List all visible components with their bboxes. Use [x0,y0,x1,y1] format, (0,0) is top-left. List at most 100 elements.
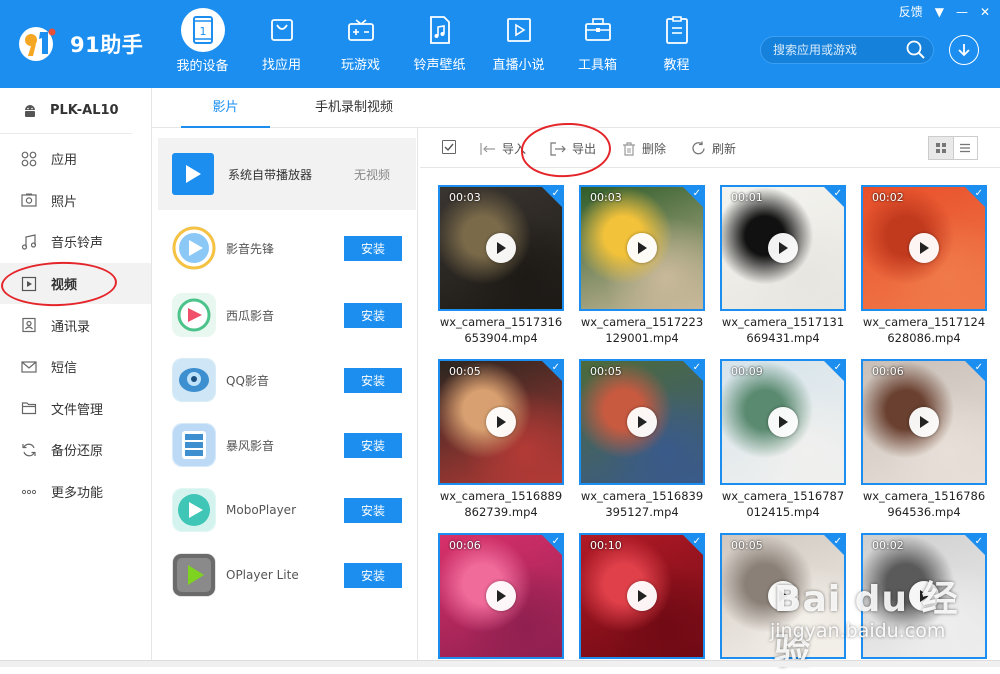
nav-toolbox[interactable]: 工具箱 [558,12,637,74]
install-button[interactable]: 安装 [344,367,402,393]
tab-recorded-videos[interactable]: 手机录制视频(66) [302,88,406,155]
gamepad-icon [343,12,379,48]
check-icon[interactable]: ✓ [552,188,560,199]
check-icon[interactable]: ✓ [693,536,701,547]
sidebar-item-backup[interactable]: 备份还原 [0,429,151,471]
video-duration: 00:06 [872,365,904,378]
video-thumbnail[interactable]: 00:02 ✓ [861,185,987,311]
install-button[interactable]: 安装 [344,302,402,328]
sidebar-item-files[interactable]: 文件管理 [0,388,151,430]
sidebar-item-sms[interactable]: 短信 [0,346,151,388]
download-manager-button[interactable] [949,35,979,65]
search-icon[interactable] [905,39,927,61]
more-icon [21,484,37,500]
video-thumbnail[interactable]: 00:05 ✓ [720,533,846,659]
play-button-icon[interactable] [909,233,939,263]
play-button-icon[interactable] [909,407,939,437]
play-button-icon[interactable] [486,233,516,263]
install-button[interactable]: 安装 [344,562,402,588]
install-button[interactable]: 安装 [344,432,402,458]
sidebar-item-apps[interactable]: 应用 [0,138,151,180]
video-tile[interactable]: 00:10 ✓ [579,533,705,659]
check-icon[interactable]: ✓ [975,536,983,547]
video-thumbnail[interactable]: 00:06 ✓ [861,359,987,485]
video-tile[interactable]: 00:02 ✓ wx_camera_1517124628086.mp4 [861,185,987,346]
video-tile[interactable]: 00:03 ✓ wx_camera_1517316653904.mp4 [438,185,564,346]
select-all-checkbox[interactable] [442,140,456,154]
delete-button[interactable]: 删除 [622,140,666,157]
nav-find-apps[interactable]: 找应用 [242,12,321,74]
video-tile[interactable]: 00:03 ✓ wx_camera_1517223129001.mp4 [579,185,705,346]
video-tile[interactable]: 00:05 ✓ [720,533,846,659]
play-button-icon[interactable] [486,581,516,611]
video-thumbnail[interactable]: 00:03 ✓ [438,185,564,311]
photo-icon [21,192,37,208]
player-app-name: 暴风影音 [226,438,275,453]
play-button-icon[interactable] [486,407,516,437]
video-thumbnail[interactable]: 00:05 ✓ [579,359,705,485]
top-bar: 91助手 1 我的设备 找应用 玩游戏 铃声壁纸 直播小说 工具箱 教程 反馈 … [0,0,1000,88]
video-tile[interactable]: 00:05 ✓ wx_camera_1516889862739.mp4 [438,359,564,520]
video-thumbnail[interactable]: 00:03 ✓ [579,185,705,311]
video-tile[interactable]: 00:06 ✓ wx_camera_1516786964536.mp4 [861,359,987,520]
nav-my-device[interactable]: 1 我的设备 [163,8,242,74]
system-player[interactable]: 系统自带播放器 无视频 [158,138,416,210]
grid-view-button[interactable] [929,137,954,159]
minimize-button[interactable]: — [956,5,968,19]
video-thumbnail[interactable]: 00:02 ✓ [861,533,987,659]
check-icon[interactable]: ✓ [834,362,842,373]
nav-tutorials[interactable]: 教程 [637,12,716,74]
video-tile[interactable]: 00:05 ✓ wx_camera_1516839395127.mp4 [579,359,705,520]
close-button[interactable]: ✕ [980,5,990,19]
check-icon[interactable]: ✓ [834,536,842,547]
video-thumbnail[interactable]: 00:09 ✓ [720,359,846,485]
install-button[interactable]: 安装 [344,235,402,261]
nav-live-novels[interactable]: 直播小说 [479,12,558,74]
sidebar-item-more[interactable]: 更多功能 [0,471,151,513]
video-thumbnail[interactable]: 00:05 ✓ [438,359,564,485]
play-button-icon[interactable] [627,407,657,437]
check-icon[interactable]: ✓ [693,188,701,199]
import-button[interactable]: 导入 [480,140,526,157]
check-icon[interactable]: ✓ [693,362,701,373]
video-thumbnail[interactable]: 00:10 ✓ [579,533,705,659]
toolbox-icon [580,12,616,48]
nav-label: 找应用 [261,58,301,73]
play-button-icon[interactable] [627,581,657,611]
nav-ringtones[interactable]: 铃声壁纸 [400,12,479,74]
video-tile[interactable]: 00:01 ✓ wx_camera_1517131669431.mp4 [720,185,846,346]
search-input[interactable] [773,43,905,57]
export-button[interactable]: 导出 [550,140,596,157]
video-tile[interactable]: 00:09 ✓ wx_camera_1516787012415.mp4 [720,359,846,520]
sidebar-item-photos[interactable]: 照片 [0,180,151,222]
play-button-icon[interactable] [768,407,798,437]
search-box [760,36,934,64]
device-header[interactable]: PLK-AL10 [0,88,132,134]
check-icon[interactable]: ✓ [552,362,560,373]
play-button-icon[interactable] [768,233,798,263]
check-icon[interactable]: ✓ [975,362,983,373]
play-button-icon[interactable] [768,581,798,611]
menu-dropdown-icon[interactable]: ▼ [935,5,944,19]
sidebar-item-contacts[interactable]: 通讯录 [0,304,151,346]
video-tile[interactable]: 00:02 ✓ [861,533,987,659]
video-thumbnail[interactable]: 00:06 ✓ [438,533,564,659]
video-icon [21,276,37,292]
nav-games[interactable]: 玩游戏 [321,12,400,74]
feedback-link[interactable]: 反馈 [899,3,923,20]
video-tile[interactable]: 00:06 ✓ [438,533,564,659]
play-button-icon[interactable] [909,581,939,611]
video-thumbnail[interactable]: 00:01 ✓ [720,185,846,311]
check-icon[interactable]: ✓ [834,188,842,199]
sidebar-item-music[interactable]: 音乐铃声 [0,221,151,263]
player-app-name: MoboPlayer [226,503,296,517]
sidebar-item-label: 音乐铃声 [51,236,104,252]
list-view-button[interactable] [954,137,978,159]
refresh-button[interactable]: 刷新 [691,140,736,157]
sidebar-item-videos[interactable]: 视频 [0,262,151,305]
play-button-icon[interactable] [627,233,657,263]
check-icon[interactable]: ✓ [552,536,560,547]
tab-movies[interactable]: 影片 [181,88,270,128]
install-button[interactable]: 安装 [344,497,402,523]
check-icon[interactable]: ✓ [975,188,983,199]
